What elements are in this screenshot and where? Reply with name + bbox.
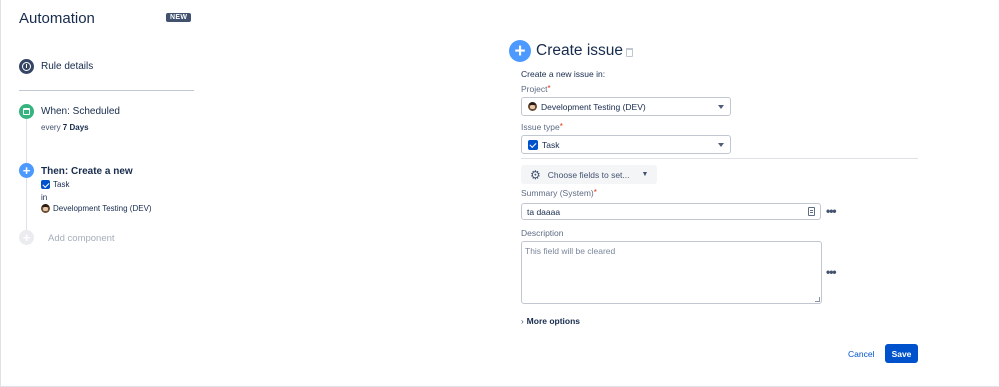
divider [521, 158, 918, 159]
project-select-value: Development Testing (DEV) [541, 101, 646, 112]
choose-fields-button[interactable]: ⚙ Choose fields to set... ▼ [521, 165, 657, 184]
smart-value-icon[interactable] [808, 207, 815, 216]
editor-subtitle: Create a new issue in: [521, 69, 606, 79]
chain-connector [26, 119, 27, 163]
new-badge: NEW [166, 13, 192, 22]
plus-circle-icon: + [509, 40, 531, 62]
issue-type-label-text: Issue type [521, 122, 560, 132]
task-checkbox-icon [528, 139, 538, 150]
page-title: Automation [19, 10, 95, 27]
trigger-schedule: every 7 Days [41, 123, 89, 132]
required-marker: * [559, 122, 563, 131]
issue-type-label: Issue type* [521, 122, 563, 132]
project-avatar-icon [528, 102, 537, 111]
project-avatar-icon [41, 204, 50, 213]
info-icon[interactable] [19, 59, 34, 74]
choose-fields-label: Choose fields to set... [547, 169, 630, 180]
more-actions-icon[interactable]: ••• [826, 266, 837, 278]
action-project: Development Testing (DEV) [41, 204, 152, 213]
project-label-text: Project [521, 84, 548, 94]
divider [19, 90, 194, 91]
chevron-down-icon: ▼ [641, 171, 649, 178]
summary-value: ta daaaa [527, 207, 561, 217]
issue-type-select[interactable]: Task [521, 135, 731, 154]
description-textarea[interactable]: This field will be cleared [521, 241, 822, 304]
add-component-button[interactable]: Add component [48, 233, 115, 244]
chevron-right-icon: › [521, 316, 524, 326]
gear-icon: ⚙ [530, 167, 541, 182]
schedule-value: 7 Days [62, 123, 89, 132]
in-label: in [41, 193, 48, 202]
project-select[interactable]: Development Testing (DEV) [521, 97, 731, 116]
action-issue-type: Task [41, 180, 69, 189]
chevron-down-icon [718, 143, 724, 147]
trigger-label[interactable]: When: Scheduled [41, 106, 120, 117]
issue-type-text: Task [53, 180, 70, 189]
description-label: Description [521, 228, 564, 238]
issue-type-select-value: Task [542, 139, 560, 150]
project-text: Development Testing (DEV) [53, 204, 152, 213]
task-checkbox-icon [41, 180, 50, 189]
summary-input[interactable]: ta daaaa [521, 203, 821, 220]
action-label[interactable]: Then: Create a new [41, 166, 133, 177]
required-marker: * [593, 188, 597, 197]
save-button[interactable]: Save [885, 344, 918, 363]
summary-label-text: Summary (System) [521, 188, 594, 198]
project-label: Project* [521, 84, 551, 94]
editor-title: Create issue [536, 42, 624, 59]
cancel-button[interactable]: Cancel [848, 349, 874, 359]
plus-icon[interactable]: + [19, 163, 34, 178]
more-actions-icon[interactable]: ••• [826, 205, 837, 217]
description-placeholder: This field will be cleared [525, 246, 616, 256]
required-marker: * [547, 84, 551, 93]
schedule-prefix: every [41, 123, 61, 132]
trash-icon[interactable] [626, 48, 633, 57]
more-options-label: More options [526, 316, 581, 326]
more-options-toggle[interactable]: › More options [521, 316, 580, 326]
chevron-down-icon [718, 105, 724, 109]
chain-connector [26, 178, 27, 230]
automation-page: Automation NEW Rule details When: Schedu… [0, 0, 999, 387]
rule-details-link[interactable]: Rule details [41, 61, 93, 72]
summary-label: Summary (System)* [521, 188, 597, 198]
resize-handle-icon[interactable] [815, 297, 820, 302]
calendar-icon[interactable] [19, 104, 34, 119]
add-icon[interactable]: + [19, 230, 34, 245]
